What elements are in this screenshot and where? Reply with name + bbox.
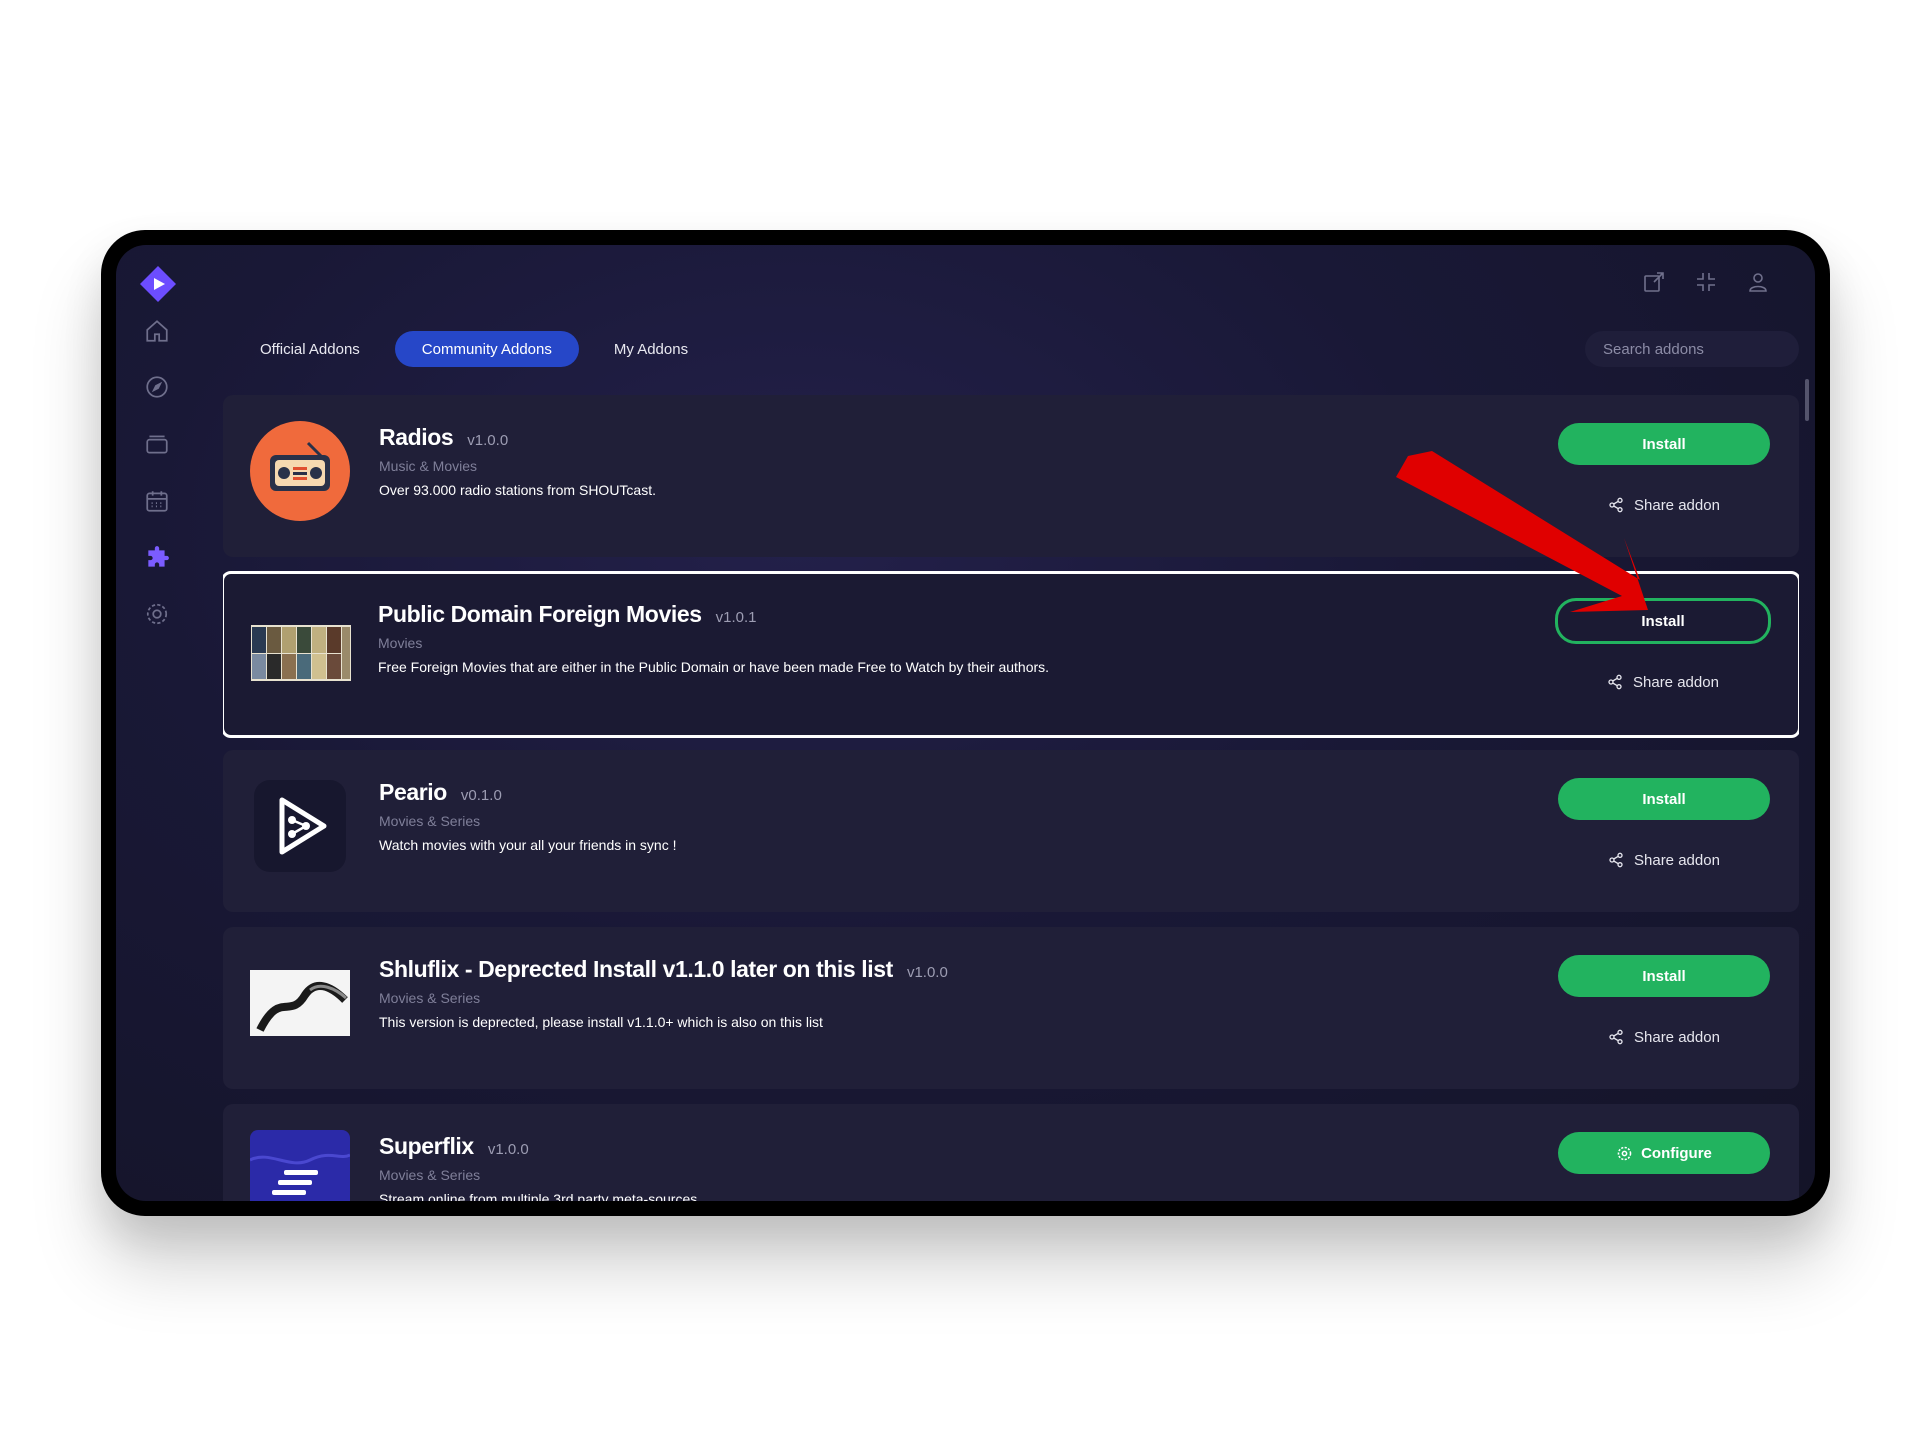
install-button[interactable]: Install <box>1555 598 1771 644</box>
search-input[interactable] <box>1603 340 1802 358</box>
addon-version: v1.0.0 <box>906 964 948 981</box>
addon-list: Radios v1.0.0 Music & Movies Over 93.000… <box>223 395 1799 1201</box>
share-icon <box>1609 497 1623 513</box>
addon-types: Movies & Series <box>379 1167 481 1183</box>
addon-types: Movies & Series <box>379 813 481 829</box>
share-addon-button[interactable]: Share addon <box>1608 493 1720 517</box>
compass-icon[interactable] <box>142 372 172 402</box>
gear-icon[interactable] <box>142 599 172 629</box>
addon-card-public-domain-foreign-movies: Public Domain Foreign Movies v1.0.1 Movi… <box>223 571 1799 738</box>
configure-button[interactable]: Configure <box>1558 1132 1770 1174</box>
tab-community-addons[interactable]: Community Addons <box>394 331 579 367</box>
addon-name: Radios <box>379 424 454 450</box>
addon-version: v0.1.0 <box>460 787 502 804</box>
share-label: Share addon <box>1634 1028 1720 1046</box>
stremio-logo[interactable] <box>138 264 178 304</box>
addon-card-superflix: Superflix v1.0.0 Movies & Series Stream … <box>223 1104 1799 1201</box>
scrollbar[interactable] <box>1805 379 1809 421</box>
addon-version: v1.0.0 <box>487 1141 529 1158</box>
addon-name: Peario <box>379 779 447 805</box>
user-icon[interactable] <box>1743 267 1773 297</box>
install-button[interactable]: Install <box>1558 778 1770 820</box>
shluflix-thumbnail <box>250 953 350 1053</box>
addon-name: Public Domain Foreign Movies <box>378 601 702 627</box>
share-addon-button[interactable]: Share addon <box>1607 670 1719 694</box>
home-icon[interactable] <box>142 316 172 346</box>
calendar-icon[interactable] <box>142 486 172 516</box>
share-label: Share addon <box>1633 673 1719 691</box>
minimize-icon[interactable] <box>1691 267 1721 297</box>
device-frame: Official Addons Community Addons My Addo… <box>101 230 1830 1216</box>
install-button[interactable]: Install <box>1558 423 1770 465</box>
superflix-logo <box>250 1130 350 1201</box>
share-icon <box>1609 1029 1623 1045</box>
addon-version: v1.0.0 <box>467 432 509 449</box>
puzzle-icon[interactable] <box>142 543 172 573</box>
library-icon[interactable] <box>142 429 172 459</box>
addon-description: Watch movies with your all your friends … <box>379 837 677 853</box>
addon-tabs: Official Addons Community Addons My Addo… <box>233 331 715 367</box>
addon-version: v1.0.1 <box>715 609 757 626</box>
share-addon-button[interactable]: Share addon <box>1608 1025 1720 1049</box>
addon-description: Over 93.000 radio stations from SHOUTcas… <box>379 482 656 498</box>
configure-label: Configure <box>1641 1144 1712 1162</box>
addon-types: Music & Movies <box>379 458 478 474</box>
gear-icon <box>1617 1146 1632 1160</box>
addon-description: This version is deprected, please instal… <box>379 1014 823 1030</box>
public-domain-movies-thumbnail <box>251 603 351 703</box>
addon-name: Shluflix - Deprected Install v1.1.0 late… <box>379 956 893 982</box>
tab-my-addons[interactable]: My Addons <box>587 331 715 367</box>
external-link-icon[interactable] <box>1639 267 1669 297</box>
search-box[interactable] <box>1585 331 1802 367</box>
share-label: Share addon <box>1634 496 1720 514</box>
peario-logo <box>250 776 350 876</box>
tab-official-addons[interactable]: Official Addons <box>233 331 387 367</box>
share-label: Share addon <box>1634 851 1720 869</box>
addon-card-shluflix: Shluflix - Deprected Install v1.1.0 late… <box>223 927 1799 1089</box>
addon-types: Movies & Series <box>379 990 481 1006</box>
addon-card-radios: Radios v1.0.0 Music & Movies Over 93.000… <box>223 395 1799 557</box>
share-icon <box>1609 852 1623 868</box>
addon-description: Free Foreign Movies that are either in t… <box>378 659 1050 675</box>
install-button[interactable]: Install <box>1558 955 1770 997</box>
addon-description: Stream online from multiple 3rd party me… <box>379 1191 698 1201</box>
addon-name: Superflix <box>379 1133 474 1159</box>
addon-card-peario: Peario v0.1.0 Movies & Series Watch movi… <box>223 750 1799 912</box>
addon-types: Movies <box>378 635 423 651</box>
share-addon-button[interactable]: Share addon <box>1608 848 1720 872</box>
app-window: Official Addons Community Addons My Addo… <box>116 245 1815 1201</box>
radios-logo <box>250 421 350 521</box>
share-icon <box>1608 674 1622 690</box>
